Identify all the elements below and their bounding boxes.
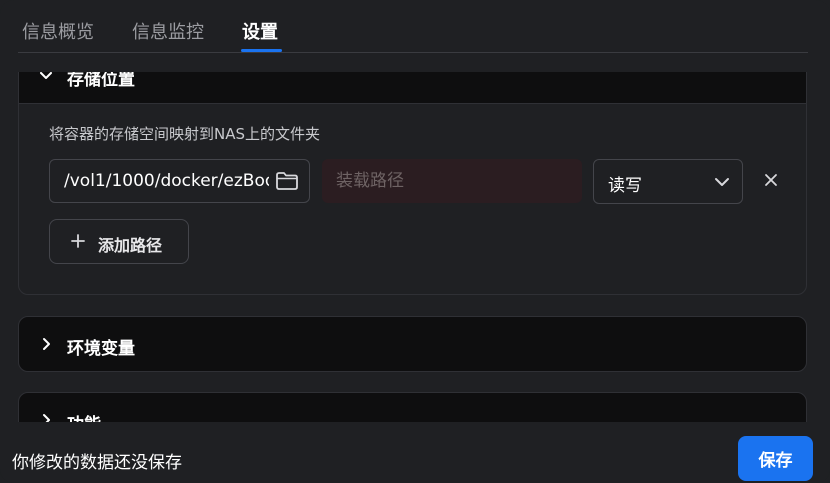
functions-section-header[interactable]: 功能	[19, 393, 806, 422]
dropdown-arrow-icon	[715, 178, 729, 186]
env-vars-section-header[interactable]: 环境变量	[19, 317, 806, 372]
close-icon[interactable]	[763, 172, 779, 188]
storage-section: 存储位置 将容器的存储空间映射到NAS上的文件夹 /vol1/1000/dock…	[18, 72, 807, 295]
storage-description: 将容器的存储空间映射到NAS上的文件夹	[49, 125, 321, 143]
save-button[interactable]: 保存	[738, 436, 813, 481]
footer-bar: 你修改的数据还没保存 保存	[0, 422, 830, 483]
storage-section-title: 存储位置	[67, 72, 135, 90]
chevron-down-icon	[40, 72, 52, 79]
env-vars-section-title: 环境变量	[67, 339, 135, 359]
mount-path-field[interactable]	[322, 159, 582, 203]
unsaved-changes-notice: 你修改的数据还没保存	[12, 453, 182, 473]
access-mode-value: 读写	[608, 176, 642, 196]
access-mode-select[interactable]: 读写	[593, 159, 743, 204]
chevron-right-icon	[43, 338, 50, 350]
tab-overview[interactable]: 信息概览	[22, 18, 94, 44]
folder-icon[interactable]	[275, 171, 299, 191]
tab-settings[interactable]: 设置	[242, 18, 278, 44]
plus-icon	[71, 234, 85, 248]
add-path-button[interactable]: 添加路径	[49, 219, 189, 264]
add-path-label: 添加路径	[98, 236, 163, 255]
functions-section[interactable]: 功能	[18, 392, 807, 422]
host-path-value: /vol1/1000/docker/ezBookkeeping	[64, 171, 269, 191]
tab-bar: 信息概览 信息监控 设置	[0, 0, 830, 53]
tab-divider	[18, 52, 808, 53]
tab-monitor[interactable]: 信息监控	[132, 18, 204, 44]
settings-panel: 信息概览 信息监控 设置 存储位置 将容器的存储空间映射到NAS上的文件夹 /v…	[0, 0, 830, 483]
host-path-field[interactable]: /vol1/1000/docker/ezBookkeeping	[49, 159, 310, 203]
env-vars-section[interactable]: 环境变量	[18, 316, 807, 372]
settings-scroll-area[interactable]: 存储位置 将容器的存储空间映射到NAS上的文件夹 /vol1/1000/dock…	[0, 72, 830, 422]
chevron-right-icon	[43, 414, 50, 422]
mount-path-input[interactable]	[322, 159, 582, 203]
functions-section-title: 功能	[67, 410, 101, 422]
storage-section-header[interactable]: 存储位置	[19, 72, 806, 104]
